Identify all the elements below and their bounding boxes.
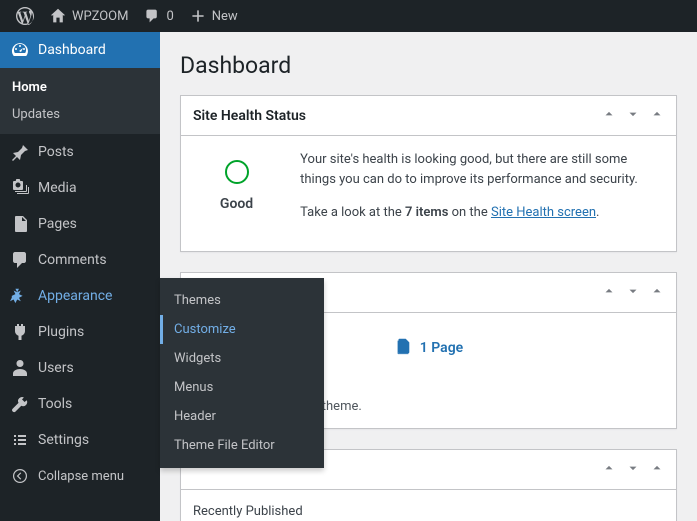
admin-sidebar: Dashboard Home Updates Posts Media Pages… bbox=[0, 32, 160, 521]
menu-appearance[interactable]: Appearance bbox=[0, 278, 160, 314]
toggle-panel-button[interactable] bbox=[650, 106, 664, 125]
health-circle-icon bbox=[225, 160, 249, 184]
menu-label: Dashboard bbox=[38, 42, 106, 58]
menu-users[interactable]: Users bbox=[0, 350, 160, 386]
menu-label: Settings bbox=[38, 432, 89, 448]
move-up-button[interactable] bbox=[602, 283, 616, 302]
flyout-widgets[interactable]: Widgets bbox=[160, 344, 324, 373]
menu-posts[interactable]: Posts bbox=[0, 134, 160, 170]
comments-count: 0 bbox=[166, 9, 173, 24]
users-icon bbox=[10, 358, 30, 378]
move-up-button[interactable] bbox=[602, 460, 616, 479]
home-icon bbox=[50, 8, 66, 24]
postbox-header: Site Health Status bbox=[181, 96, 676, 136]
postbox-body: Good Your site's health is looking good,… bbox=[181, 136, 676, 251]
dashboard-icon bbox=[10, 40, 30, 60]
appearance-icon bbox=[10, 286, 30, 306]
menu-media[interactable]: Media bbox=[0, 170, 160, 206]
postbox-title: Site Health Status bbox=[193, 108, 306, 124]
menu-dashboard[interactable]: Dashboard bbox=[0, 32, 160, 68]
site-name: WPZOOM bbox=[72, 9, 128, 24]
appearance-flyout: Themes Customize Widgets Menus Header Th… bbox=[160, 278, 324, 468]
new-label: New bbox=[212, 9, 238, 24]
page-icon bbox=[394, 337, 412, 359]
admin-toolbar: WPZOOM 0 New bbox=[0, 0, 697, 32]
health-cta: Take a look at the 7 items on the Site H… bbox=[300, 203, 664, 223]
menu-pages[interactable]: Pages bbox=[0, 206, 160, 242]
menu-label: Plugins bbox=[38, 324, 84, 340]
recently-published-heading: Recently Published bbox=[193, 504, 664, 519]
flyout-header[interactable]: Header bbox=[160, 402, 324, 431]
collapse-icon bbox=[10, 466, 30, 486]
glance-pages-text: 1 Page bbox=[420, 340, 463, 356]
menu-label: Appearance bbox=[38, 288, 112, 304]
menu-label: Tools bbox=[38, 396, 72, 412]
tools-icon bbox=[10, 394, 30, 414]
health-description: Your site's health is looking good, but … bbox=[300, 150, 664, 189]
move-up-button[interactable] bbox=[602, 106, 616, 125]
dashboard-submenu: Home Updates bbox=[0, 68, 160, 134]
handle-actions bbox=[602, 106, 664, 125]
submenu-home[interactable]: Home bbox=[0, 74, 160, 101]
flyout-customize[interactable]: Customize bbox=[160, 315, 324, 344]
handle-actions bbox=[602, 460, 664, 479]
wordpress-icon bbox=[16, 7, 34, 25]
toggle-panel-button[interactable] bbox=[650, 460, 664, 479]
health-indicator: Good bbox=[193, 150, 280, 237]
move-down-button[interactable] bbox=[626, 460, 640, 479]
menu-label: Comments bbox=[38, 252, 107, 268]
menu-plugins[interactable]: Plugins bbox=[0, 314, 160, 350]
new-content-link[interactable]: New bbox=[182, 0, 246, 32]
plugin-icon bbox=[10, 322, 30, 342]
menu-label: Users bbox=[38, 360, 74, 376]
comments-link[interactable]: 0 bbox=[136, 0, 181, 32]
menu-settings[interactable]: Settings bbox=[0, 422, 160, 458]
health-status-label: Good bbox=[193, 196, 280, 212]
move-down-button[interactable] bbox=[626, 106, 640, 125]
settings-icon bbox=[10, 430, 30, 450]
comment-icon bbox=[10, 250, 30, 270]
site-health-link[interactable]: Site Health screen bbox=[491, 205, 596, 220]
comment-icon bbox=[144, 8, 160, 24]
page-title: Dashboard bbox=[180, 52, 677, 79]
postbox-body: Recently Published bbox=[181, 490, 676, 521]
site-name-link[interactable]: WPZOOM bbox=[42, 0, 136, 32]
submenu-updates[interactable]: Updates bbox=[0, 101, 160, 128]
health-text: Your site's health is looking good, but … bbox=[300, 150, 664, 237]
menu-label: Pages bbox=[38, 216, 77, 232]
wp-logo[interactable] bbox=[8, 0, 42, 32]
handle-actions bbox=[602, 283, 664, 302]
page-icon bbox=[10, 214, 30, 234]
toggle-panel-button[interactable] bbox=[650, 283, 664, 302]
flyout-themes[interactable]: Themes bbox=[160, 286, 324, 315]
menu-comments[interactable]: Comments bbox=[0, 242, 160, 278]
move-down-button[interactable] bbox=[626, 283, 640, 302]
pin-icon bbox=[10, 142, 30, 162]
menu-tools[interactable]: Tools bbox=[0, 386, 160, 422]
menu-label: Media bbox=[38, 180, 77, 196]
menu-label: Posts bbox=[38, 144, 74, 160]
collapse-label: Collapse menu bbox=[38, 469, 124, 484]
media-icon bbox=[10, 178, 30, 198]
flyout-menus[interactable]: Menus bbox=[160, 373, 324, 402]
collapse-menu[interactable]: Collapse menu bbox=[0, 458, 160, 494]
plus-icon bbox=[190, 8, 206, 24]
site-health-postbox: Site Health Status Good Your site's heal… bbox=[180, 95, 677, 252]
flyout-theme-file-editor[interactable]: Theme File Editor bbox=[160, 431, 324, 460]
